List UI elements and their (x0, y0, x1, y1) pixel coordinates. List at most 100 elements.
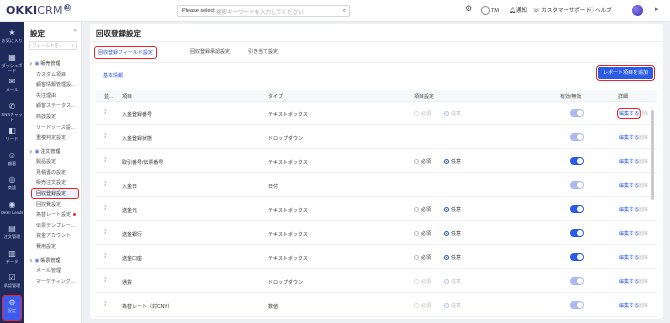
optional-radio[interactable]: 任意 (444, 158, 461, 165)
collapse-icon[interactable]: ▸ (655, 5, 659, 13)
tab-allocation-settings[interactable]: 引き当て設定 (248, 48, 278, 55)
optional-radio[interactable]: 任意 (444, 110, 461, 117)
global-search[interactable]: Please select 検索キーワードを入力してください ⌕ (177, 5, 350, 17)
sidebar-item[interactable]: 資金アカウント (36, 232, 71, 239)
sidebar-item[interactable]: 商談設定 (36, 113, 56, 120)
delete-button[interactable]: 削除 (638, 230, 648, 237)
nav-item-lead[interactable]: ◧ リード (0, 123, 24, 149)
scrollbar[interactable] (651, 110, 654, 200)
optional-radio[interactable]: 任意 (444, 302, 461, 309)
optional-radio[interactable]: 任意 (444, 278, 461, 285)
edit-button[interactable]: 編集する (619, 182, 639, 189)
sidebar-collapse-icon[interactable]: « (74, 28, 77, 34)
delete-button[interactable]: 削除 (638, 182, 648, 189)
sidebar-item[interactable]: 費用設定 (36, 243, 56, 250)
drag-handle-icon[interactable]: ⁞⁞ (104, 158, 107, 164)
delete-button[interactable]: 削除 (638, 254, 648, 261)
drag-handle-icon[interactable]: ⁞⁞ (104, 206, 107, 212)
optional-radio[interactable]: 任意 (444, 254, 461, 261)
nav-item-approval[interactable]: ☑ 承認管理 (0, 270, 24, 296)
nav-item-dashboard[interactable]: ▦ ダッシュボード (0, 50, 24, 76)
drag-handle-icon[interactable]: ⁞⁞ (104, 182, 107, 188)
notification-button[interactable]: 🔔︎通知 (509, 6, 527, 14)
sidebar-item[interactable]: 失注理由 (36, 92, 56, 99)
drag-handle-icon[interactable]: ⁞⁞ (104, 230, 107, 236)
nav-item-leads[interactable]: ◉ OKKI Leads (0, 197, 24, 223)
nav-item-deal[interactable]: ◎ 商談 (0, 172, 24, 198)
sidebar-group[interactable]: ∨ ▣販売管理 (29, 60, 60, 67)
edit-button[interactable]: 編集する (616, 107, 642, 120)
sidebar-item[interactable]: 回収費設定 (36, 201, 61, 208)
sidebar-item[interactable]: 為替レート設定 (36, 211, 77, 218)
sidebar-filter-input[interactable]: フィールドを... ⌕ (29, 41, 77, 50)
enabled-toggle[interactable] (570, 157, 584, 165)
enabled-toggle[interactable] (570, 181, 584, 189)
required-radio[interactable]: 必須 (414, 302, 431, 309)
tm-button[interactable]: TM (481, 6, 499, 15)
sidebar-item[interactable]: 伝票テンプレー... (36, 222, 75, 229)
nav-item-order[interactable]: ▤ 注文管理 (0, 221, 24, 247)
sidebar-item[interactable]: 製品設定 (36, 158, 56, 165)
search-input[interactable]: 検索キーワードを入力してください (216, 8, 304, 16)
sidebar-group[interactable]: ∨ ▣帳票管理 (29, 257, 60, 264)
help-button[interactable]: ⓘ ヘルプ (588, 6, 612, 14)
drag-handle-icon[interactable]: ⁞⁞ (104, 278, 107, 284)
sidebar-item[interactable]: 顧客ステータス... (36, 102, 75, 109)
search-icon[interactable]: ⌕ (343, 8, 346, 15)
edit-button[interactable]: 編集する (619, 302, 639, 309)
delete-button[interactable]: 削除 (638, 158, 648, 165)
edit-button[interactable]: 編集する (619, 134, 639, 141)
enabled-toggle[interactable] (570, 133, 584, 141)
sidebar-item[interactable]: 回収登録設定 (36, 190, 66, 197)
nav-item-mail[interactable]: ✉ メール (0, 74, 24, 100)
required-radio[interactable]: 必須 (414, 230, 431, 237)
delete-button[interactable]: 削除 (638, 206, 648, 213)
enabled-toggle[interactable] (570, 205, 584, 213)
sidebar-item[interactable]: 顧客情報管理設... (36, 81, 75, 88)
delete-button[interactable]: 削除 (638, 110, 648, 117)
enabled-toggle[interactable] (570, 229, 584, 237)
sidebar-item[interactable]: 販売注文設定 (36, 179, 66, 186)
sidebar-item[interactable]: 重複判定設定 (36, 134, 66, 141)
avatar[interactable] (632, 5, 643, 16)
sidebar-item[interactable]: リードソース設... (36, 124, 75, 131)
delete-button[interactable]: 削除 (638, 134, 648, 141)
delete-button[interactable]: 削除 (638, 302, 648, 309)
nav-item-settings[interactable]: ⚙ 設定 (2, 294, 22, 321)
search-scope-select[interactable]: Please select (182, 8, 215, 14)
support-button[interactable]: ☏ カスタマーサポート (533, 6, 591, 14)
edit-button[interactable]: 編集する (619, 158, 639, 165)
required-radio[interactable]: 必須 (414, 110, 431, 117)
required-radio[interactable]: 必須 (414, 254, 431, 261)
sidebar-item[interactable]: マーケティング... (36, 278, 75, 285)
sidebar-item[interactable]: 見積書の設定 (36, 169, 66, 176)
edit-button[interactable]: 編集する (619, 206, 639, 213)
okki-crm-logo[interactable]: OKKICRM AI (6, 4, 71, 17)
drag-handle-icon[interactable]: ⁞⁞ (104, 110, 107, 116)
nav-item-star[interactable]: ★ お気に入り (0, 25, 24, 51)
required-radio[interactable]: 必須 (414, 206, 431, 213)
nav-item-chat[interactable]: ✆ SNSチャット (0, 99, 24, 125)
gear-icon[interactable]: ⚙ (465, 4, 472, 13)
enabled-toggle[interactable] (570, 253, 584, 261)
optional-radio[interactable]: 任意 (444, 230, 461, 237)
optional-radio[interactable]: 任意 (444, 206, 461, 213)
edit-button[interactable]: 編集する (619, 278, 639, 285)
required-radio[interactable]: 必須 (414, 158, 431, 165)
enabled-toggle[interactable] (570, 301, 584, 309)
enabled-toggle[interactable] (570, 109, 584, 117)
sidebar-item[interactable]: カスタム項目 (36, 71, 66, 78)
edit-button[interactable]: 編集する (619, 230, 639, 237)
sidebar-group[interactable]: ∨ ▣注文管理 (29, 148, 60, 155)
sidebar-item[interactable]: メール管理 (36, 267, 61, 274)
tab-field-settings[interactable]: 回収登録フィールド設定 (94, 46, 157, 59)
drag-handle-icon[interactable]: ⁞⁞ (104, 254, 107, 260)
tab-approval-settings[interactable]: 回収登録承認設定 (190, 48, 230, 55)
required-radio[interactable]: 必須 (414, 278, 431, 285)
enabled-toggle[interactable] (570, 277, 584, 285)
nav-item-customer[interactable]: ☺ 顧客 (0, 148, 24, 174)
edit-button[interactable]: 編集する (619, 254, 639, 261)
drag-handle-icon[interactable]: ⁞⁞ (104, 134, 107, 140)
add-report-field-button[interactable]: レポート項目を追加 (595, 65, 656, 81)
delete-button[interactable]: 削除 (638, 278, 648, 285)
